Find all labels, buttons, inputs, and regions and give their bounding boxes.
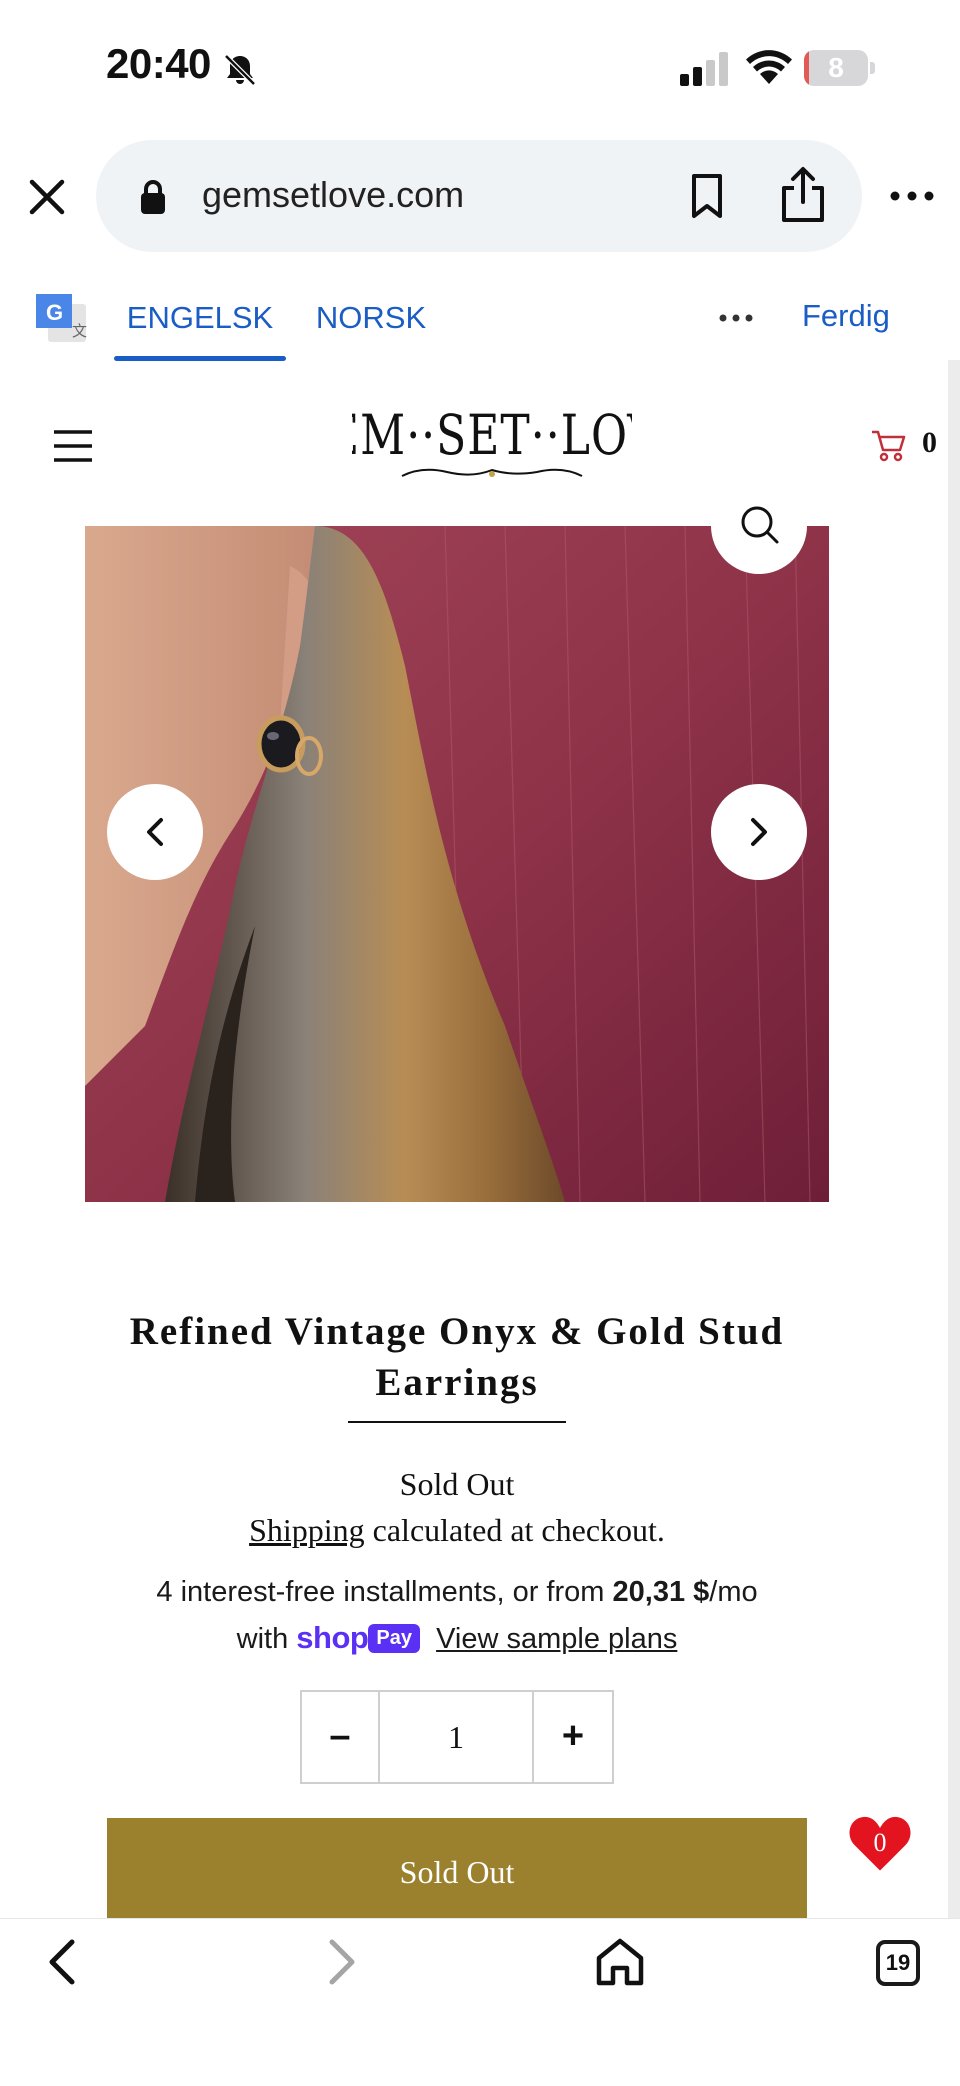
svg-text:GEM··SET··LOVE: GEM··SET··LOVE (352, 404, 632, 467)
quantity-value[interactable]: 1 (380, 1692, 532, 1782)
url-text[interactable]: gemsetlove.com (202, 174, 464, 216)
installments-prefix: 4 interest-free installments, or from (156, 1576, 613, 1608)
view-sample-plans-link[interactable]: View sample plans (436, 1623, 677, 1655)
availability-status: Sold Out (399, 1466, 515, 1502)
shop-pay-logo: shop (296, 1620, 369, 1655)
site-logo[interactable]: GEM··SET··LOVE (352, 404, 632, 488)
previous-image-button[interactable] (107, 784, 203, 880)
installments-text: 4 interest-free installments, or from 20… (60, 1576, 854, 1609)
lock-icon (141, 180, 165, 214)
scrollbar[interactable] (948, 360, 960, 1920)
more-icon[interactable] (888, 184, 936, 208)
bookmark-icon[interactable] (688, 172, 726, 220)
chevron-right-icon (751, 818, 767, 846)
battery-cap (870, 62, 875, 74)
close-icon[interactable] (22, 172, 72, 222)
bell-off-icon (224, 54, 256, 86)
home-icon[interactable] (594, 1936, 646, 1988)
chevron-left-icon (147, 818, 163, 846)
installments-suffix: /mo (709, 1576, 758, 1608)
active-tab-indicator (114, 356, 286, 361)
tab-engelsk[interactable]: ENGELSK (114, 296, 286, 362)
cellular-signal-icon (680, 52, 728, 86)
cart-icon[interactable] (870, 428, 906, 462)
menu-icon[interactable] (52, 428, 94, 464)
quantity-decrease-button[interactable]: – (302, 1692, 380, 1782)
installments-amount: 20,31 $ (612, 1576, 710, 1608)
share-icon[interactable] (778, 166, 828, 224)
tabs-icon[interactable]: 19 (876, 1940, 920, 1986)
forward-icon[interactable] (318, 1936, 364, 1988)
google-translate-icon: G 文 (36, 294, 87, 342)
browser-toolbar (0, 1918, 960, 2086)
sold-out-button[interactable]: Sold Out (107, 1818, 807, 1918)
battery-level: 8 (828, 52, 844, 83)
shipping-link[interactable]: Shipping (249, 1512, 365, 1548)
status-time: 20:40 (106, 40, 211, 87)
translate-more-icon[interactable] (718, 310, 754, 326)
shop-pay-badge: Pay (368, 1624, 420, 1653)
zoom-button[interactable] (711, 478, 807, 574)
shipping-note: Shipping calculated at checkout. (100, 1512, 814, 1549)
search-icon (741, 506, 779, 544)
wifi-icon (746, 50, 792, 84)
back-icon[interactable] (40, 1936, 86, 1988)
svg-text:文: 文 (72, 322, 87, 340)
cart-count[interactable]: 0 (922, 426, 937, 460)
title-divider (348, 1421, 566, 1423)
svg-text:G: G (46, 300, 63, 325)
wishlist-count[interactable]: 0 (846, 1828, 914, 1858)
quantity-increase-button[interactable]: + (532, 1692, 612, 1782)
installments-provider: with shop Pay View sample plans (100, 1620, 814, 1656)
done-button[interactable]: Ferdig (802, 298, 890, 334)
installments-with: with (236, 1623, 289, 1655)
shipping-note-text: calculated at checkout. (364, 1512, 665, 1548)
battery-icon: 8 (804, 50, 868, 86)
tab-norsk[interactable]: NORSK (306, 296, 436, 336)
product-title: Refined Vintage Onyx & Gold Stud Earring… (129, 1310, 785, 1404)
next-image-button[interactable] (711, 784, 807, 880)
